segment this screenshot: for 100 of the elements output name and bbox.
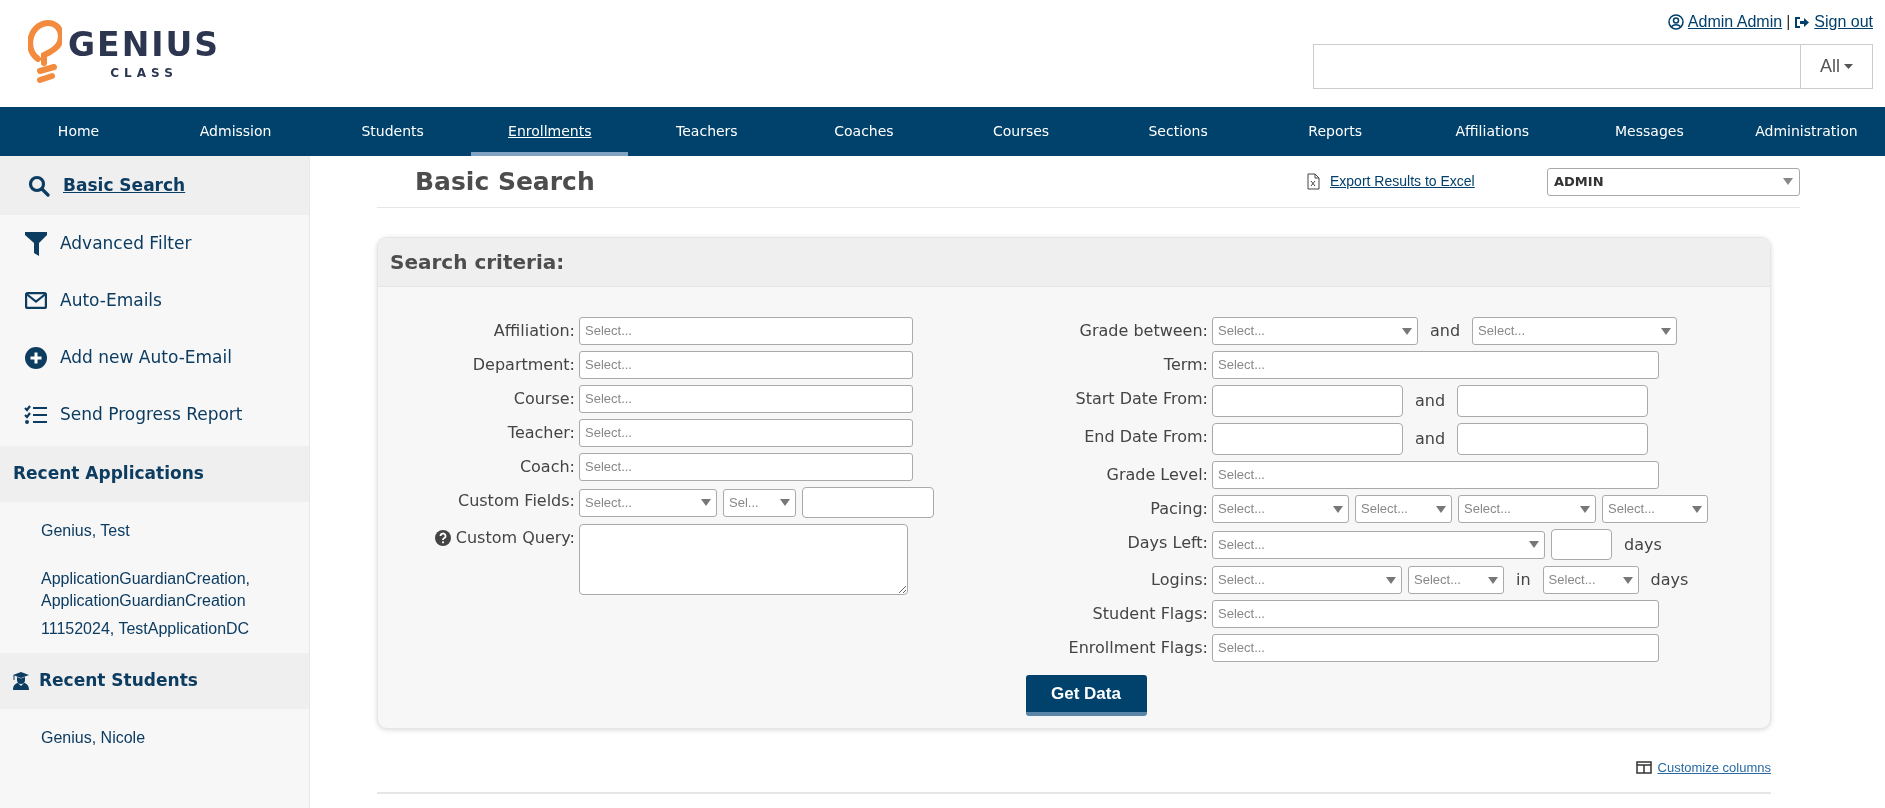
nav-tab[interactable]: Administration — [1727, 107, 1885, 156]
dropdown-field[interactable]: Select... — [1212, 566, 1402, 594]
caret-icon — [1622, 576, 1633, 584]
customize-columns-link[interactable]: Customize columns — [1635, 758, 1771, 778]
input-field[interactable] — [1551, 529, 1612, 560]
nav-tab[interactable]: Students — [314, 107, 472, 156]
sidebar-item[interactable]: Advanced Filter — [0, 215, 309, 272]
caret-icon — [1402, 327, 1412, 335]
logo-tagline: CLASS — [110, 67, 178, 79]
dropdown-field[interactable]: Select... — [1212, 530, 1545, 559]
student-icon — [13, 672, 29, 690]
connector-text: and — [1414, 428, 1447, 450]
recent-record-link[interactable]: Genius, Nicole — [41, 727, 291, 749]
dropdown-field[interactable]: Select... — [1472, 317, 1678, 345]
connector-text: days — [1649, 569, 1690, 591]
sidebar-item[interactable]: Basic Search — [0, 156, 309, 215]
dropdown-field[interactable]: Select... — [1408, 566, 1504, 594]
field-label: Coach: — [518, 456, 575, 478]
logo-wordmark: GENIUS — [68, 28, 221, 61]
excel-file-icon — [1307, 173, 1320, 190]
multi-select-field[interactable]: Select... — [1212, 600, 1659, 628]
search-field[interactable]: All — [1313, 44, 1873, 89]
multi-select-field[interactable]: Select... — [579, 385, 913, 413]
field-label: Grade Level: — [1105, 464, 1208, 486]
caret-icon — [1661, 327, 1672, 335]
search-scope-dropdown[interactable]: All — [1800, 45, 1872, 88]
dropdown-field[interactable]: Select... — [1212, 495, 1349, 523]
recent-record-link[interactable]: ApplicationGuardianCreation, ApplicationGuardianCreation — [41, 568, 291, 612]
dropdown-field[interactable]: Select... — [1212, 317, 1418, 345]
nav-tab[interactable]: Affiliations — [1413, 107, 1571, 156]
caret-icon — [1436, 505, 1446, 513]
field-label: Course: — [512, 388, 575, 410]
sidebar-item[interactable]: Auto-Emails — [0, 272, 309, 329]
dropdown-field[interactable]: Select... — [579, 488, 717, 517]
multi-select-field[interactable]: Select... — [579, 453, 913, 481]
field-label: Logins: — [1150, 569, 1208, 591]
connector-text: and — [1414, 390, 1447, 412]
query-text-area[interactable] — [579, 524, 908, 595]
field-label: Custom Query: — [455, 527, 575, 549]
caret-icon — [1488, 576, 1498, 584]
multi-select-field[interactable]: Select... — [579, 317, 913, 345]
multi-select-field[interactable]: Select... — [1212, 634, 1659, 662]
dropdown-field[interactable]: Select... — [1458, 495, 1596, 523]
multi-select-field[interactable]: Select... — [1212, 461, 1659, 489]
caret-icon — [780, 499, 790, 506]
nav-tab[interactable]: Coaches — [785, 107, 943, 156]
card-title: Search criteria: — [390, 249, 565, 276]
date-field[interactable] — [1457, 385, 1649, 417]
section-title: Recent Applications — [13, 462, 204, 486]
connector-text: days — [1623, 533, 1663, 556]
section-title: Recent Students — [39, 669, 198, 693]
input-field[interactable] — [802, 487, 934, 518]
multi-select-field[interactable]: Select... — [1212, 351, 1659, 379]
sign-out-link[interactable]: Sign out — [1794, 10, 1873, 34]
sidebar-item[interactable]: Send Progress Report — [0, 386, 309, 443]
date-field[interactable] — [1457, 423, 1649, 455]
nav-tab[interactable]: Teachers — [628, 107, 786, 156]
nav-tab[interactable]: Reports — [1256, 107, 1414, 156]
nav-tab[interactable]: Courses — [942, 107, 1100, 156]
role-dropdown[interactable]: ADMIN — [1547, 167, 1800, 196]
search-icon — [28, 174, 50, 197]
caret-icon — [1580, 505, 1590, 513]
caret-icon — [1783, 178, 1793, 185]
nav-tab[interactable]: Home — [0, 107, 158, 156]
field-label: Affiliation: — [492, 320, 575, 342]
field-label: Teacher: — [506, 422, 575, 444]
help-icon — [434, 530, 451, 546]
field-label: Student Flags: — [1091, 603, 1208, 625]
nav-tab[interactable]: Sections — [1099, 107, 1257, 156]
connector-text: in — [1515, 569, 1532, 591]
nav-tab[interactable]: Admission — [157, 107, 315, 156]
field-label: Grade between: — [1078, 320, 1208, 342]
connector-text: and — [1429, 320, 1462, 342]
envelope-icon — [25, 292, 47, 309]
date-field[interactable] — [1212, 423, 1403, 455]
date-field[interactable] — [1212, 385, 1403, 417]
recent-record-link[interactable]: Genius, Test — [41, 520, 291, 542]
caret-icon — [1844, 64, 1853, 69]
nav-tab[interactable]: Enrollments — [471, 107, 629, 156]
plus-circle-icon — [25, 346, 47, 369]
dropdown-field[interactable]: Select... — [1355, 495, 1452, 523]
multi-select-field[interactable]: Select... — [579, 419, 913, 447]
user-account-link[interactable]: Admin Admin — [1667, 10, 1783, 34]
user-circle-icon — [1667, 14, 1684, 30]
multi-select-field[interactable]: Select... — [579, 351, 913, 379]
nav-tab[interactable]: Messages — [1570, 107, 1728, 156]
filter-icon — [25, 231, 47, 256]
dropdown-field[interactable]: Select... — [1542, 566, 1639, 594]
get-data-button[interactable]: Get Data — [1025, 675, 1147, 716]
field-label: Pacing: — [1149, 498, 1208, 520]
recent-record-link[interactable]: 11152024, TestApplicationDC — [41, 618, 291, 640]
dropdown-field[interactable]: Select... — [1602, 495, 1708, 523]
dropdown-field[interactable]: Sel... — [723, 488, 796, 517]
field-label: Days Left: — [1126, 532, 1208, 554]
sidebar-item[interactable]: Add new Auto-Email — [0, 329, 309, 386]
export-excel-link[interactable]: Export Results to Excel — [1307, 171, 1547, 192]
field-label: Custom Fields: — [456, 490, 575, 512]
page-title: Basic Search — [414, 165, 596, 198]
field-label: Enrollment Flags: — [1067, 637, 1208, 659]
caret-icon — [701, 499, 711, 506]
